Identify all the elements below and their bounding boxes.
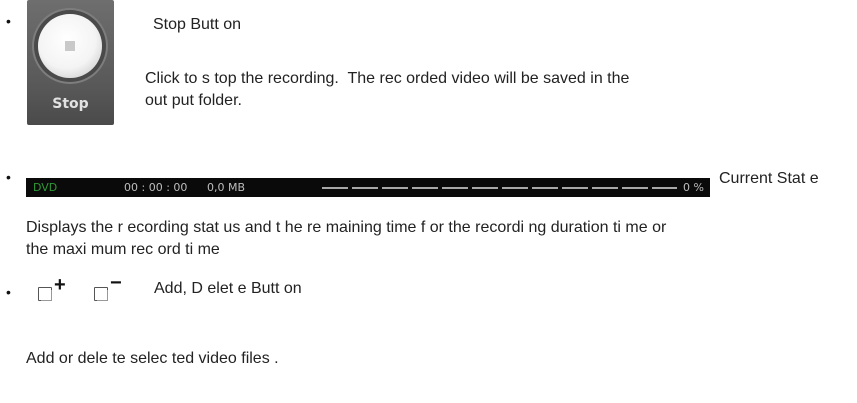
stop-square-icon — [65, 41, 75, 51]
add-delete-description: Add or dele te selec ted video files . — [26, 350, 279, 367]
current-state-heading: Current Stat e — [719, 170, 819, 187]
stop-circle-icon — [38, 14, 102, 78]
stop-description-line-1: Click to s top the recording. The rec or… — [145, 70, 630, 87]
plus-icon: + — [54, 274, 66, 296]
delete-button[interactable]: − — [92, 273, 132, 307]
add-button[interactable]: + — [36, 274, 76, 307]
bullet: • — [6, 169, 11, 185]
state-progress-track — [322, 187, 677, 189]
stop-button-label: Stop — [52, 96, 89, 112]
recording-state-bar: DVD 00 : 00 : 00 0,0 MB 0 % — [26, 178, 710, 197]
bullet: • — [6, 13, 11, 29]
state-description-line-1: Displays the r ecording stat us and t he… — [26, 219, 667, 236]
add-delete-heading: Add, D elet e Butt on — [154, 280, 302, 297]
add-document-icon — [38, 287, 52, 301]
bullet: • — [6, 284, 11, 300]
state-mode-label: DVD — [33, 181, 58, 194]
state-progress-percent: 0 % — [683, 181, 704, 194]
state-elapsed-time: 00 : 00 : 00 — [124, 181, 188, 194]
stop-description-line-2: out put folder. — [145, 92, 242, 109]
stop-button-heading: Stop Butt on — [153, 16, 242, 33]
minus-icon: − — [110, 272, 122, 294]
delete-document-icon — [94, 287, 108, 301]
state-description-line-2: the maxi mum rec ord ti me — [26, 241, 220, 258]
state-file-size: 0,0 MB — [207, 181, 246, 194]
stop-button[interactable]: Stop — [27, 0, 114, 125]
